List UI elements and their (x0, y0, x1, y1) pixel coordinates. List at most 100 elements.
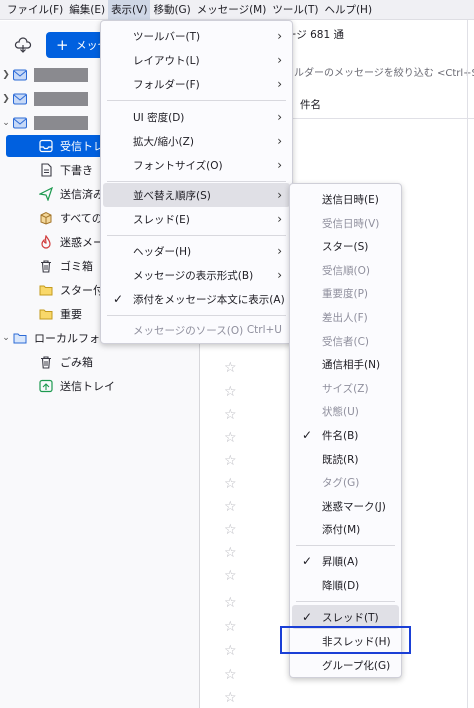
archive-box-icon (38, 210, 54, 226)
view-menu-zoom[interactable]: 拡大/縮小(Z) › (103, 129, 290, 153)
folder-label: 送信トレイ (60, 380, 115, 393)
view-menu-threads[interactable]: スレッド(E) › (103, 207, 290, 231)
folder-label: すべての (60, 212, 103, 225)
star-icon[interactable]: ☆ (224, 620, 238, 634)
folder-outbox[interactable]: 送信トレイ (0, 375, 200, 397)
sort-by-submenu: 送信日時(E) 受信日時(V) スター(S) 受信順(O) 重要度(P) 差出人… (289, 183, 402, 678)
sort-junk[interactable]: 迷惑マーク(J) (292, 494, 399, 518)
chevron-down-icon[interactable]: ⌄ (0, 333, 12, 343)
sort-descending[interactable]: 降順(D) (292, 573, 399, 597)
mail-account-icon (12, 67, 28, 83)
menu-tools[interactable]: ツール(T) (269, 0, 321, 20)
folder-label: 下書き (60, 164, 93, 177)
sent-icon (38, 186, 54, 202)
sort-priority[interactable]: 重要度(P) (292, 281, 399, 305)
sort-grouped[interactable]: グループ化(G) (292, 653, 399, 677)
view-menu-body-as[interactable]: メッセージの表示形式(B) › (103, 263, 290, 287)
sort-correspondent[interactable]: 通信相手(N) (292, 352, 399, 376)
sort-ascending[interactable]: ✓ 昇順(A) (292, 549, 399, 573)
menu-file[interactable]: ファイル(F) (4, 0, 66, 20)
chevron-down-icon[interactable]: ⌄ (0, 118, 12, 128)
sort-subject[interactable]: ✓ 件名(B) (292, 423, 399, 447)
view-menu-toolbar[interactable]: ツールバー(T) › (103, 24, 290, 48)
trash-icon (38, 258, 54, 274)
checkmark-icon: ✓ (302, 554, 313, 568)
folder-local-trash[interactable]: ごみ箱 (0, 351, 200, 373)
menu-view[interactable]: 表示(V) (108, 0, 151, 20)
chevron-right-icon: › (277, 53, 282, 67)
star-icon[interactable]: ☆ (224, 477, 238, 491)
sort-from[interactable]: 差出人(F) (292, 305, 399, 329)
menu-separator (107, 235, 286, 236)
menu-message[interactable]: メッセージ(M) (194, 0, 270, 20)
view-menu-attachments-inline[interactable]: ✓ 添付をメッセージ本文に表示(A) (103, 287, 290, 311)
menu-edit[interactable]: 編集(E) (66, 0, 108, 20)
view-menu-density[interactable]: UI 密度(D) › (103, 105, 290, 129)
sort-status[interactable]: 状態(U) (292, 399, 399, 423)
chevron-right-icon[interactable]: ❯ (0, 70, 12, 80)
menu-separator (107, 315, 286, 316)
chevron-right-icon: › (277, 244, 282, 258)
sort-attachments[interactable]: 添付(M) (292, 517, 399, 541)
star-icon[interactable]: ☆ (224, 385, 238, 399)
new-message-button[interactable]: + メッセ (46, 32, 106, 58)
star-icon[interactable]: ☆ (224, 408, 238, 422)
redacted-account-name (34, 92, 88, 106)
view-menu-message-source[interactable]: メッセージのソース(O) Ctrl+U (103, 318, 290, 342)
menu-help[interactable]: ヘルプ(H) (321, 0, 375, 20)
sort-date[interactable]: 送信日時(E) (292, 187, 399, 211)
sort-size[interactable]: サイズ(Z) (292, 376, 399, 400)
folder-icon (38, 282, 54, 298)
junk-flame-icon (38, 234, 54, 250)
inbox-icon (38, 138, 54, 154)
star-icon[interactable]: ☆ (224, 596, 238, 610)
star-icon[interactable]: ☆ (224, 361, 238, 375)
star-icon[interactable]: ☆ (224, 569, 238, 583)
folder-label: ゴミ箱 (60, 260, 93, 273)
subject-column-header[interactable]: 件名 (300, 97, 321, 112)
shortcut-label: Ctrl+U (246, 324, 282, 336)
sort-order-received[interactable]: 受信順(O) (292, 258, 399, 282)
chevron-right-icon: › (277, 268, 282, 282)
chevron-right-icon: › (277, 110, 282, 124)
star-icon[interactable]: ☆ (224, 644, 238, 658)
sort-recipient[interactable]: 受信者(C) (292, 329, 399, 353)
star-icon[interactable]: ☆ (224, 523, 238, 537)
star-icon[interactable]: ☆ (224, 454, 238, 468)
get-messages-cloud-icon[interactable] (14, 37, 32, 53)
sort-tags[interactable]: タグ(G) (292, 470, 399, 494)
star-icon[interactable]: ☆ (224, 668, 238, 682)
trash-icon (38, 354, 54, 370)
checkmark-icon: ✓ (113, 292, 124, 306)
chevron-right-icon[interactable]: ❯ (0, 94, 12, 104)
folder-icon (12, 330, 28, 346)
sort-star[interactable]: スター(S) (292, 234, 399, 258)
menubar: ファイル(F) 編集(E) 表示(V) 移動(G) メッセージ(M) ツール(T… (0, 0, 474, 20)
sort-read[interactable]: 既読(R) (292, 447, 399, 471)
view-menu-sort-by[interactable]: 並べ替え順序(S) › (103, 183, 290, 207)
view-menu: ツールバー(T) › レイアウト(L) › フォルダー(F) › UI 密度(D) › … (100, 20, 293, 344)
annotation-highlight-box (280, 626, 411, 654)
star-icon[interactable]: ☆ (224, 691, 238, 705)
menu-go[interactable]: 移動(G) (150, 0, 193, 20)
menu-separator (296, 545, 395, 546)
mail-account-icon (12, 115, 28, 131)
star-icon[interactable]: ☆ (224, 431, 238, 445)
outbox-icon (38, 378, 54, 394)
quick-filter-input[interactable]: ォルダーのメッセージを絞り込む <Ctrl+Shift (284, 64, 474, 79)
checkmark-icon: ✓ (302, 428, 313, 442)
chevron-right-icon: › (277, 134, 282, 148)
view-menu-layout[interactable]: レイアウト(L) › (103, 48, 290, 72)
plus-icon: + (56, 36, 69, 54)
star-icon[interactable]: ☆ (224, 546, 238, 560)
folder-inbox[interactable]: 受信トレ (6, 135, 112, 157)
star-icon[interactable]: ☆ (224, 500, 238, 514)
message-count: ージ 681 通 (286, 29, 345, 41)
chevron-right-icon: › (277, 29, 282, 43)
view-menu-headers[interactable]: ヘッダー(H) › (103, 239, 290, 263)
view-menu-folders[interactable]: フォルダー(F) › (103, 72, 290, 96)
checkmark-icon: ✓ (302, 610, 313, 624)
sort-received[interactable]: 受信日時(V) (292, 211, 399, 235)
view-menu-font-size[interactable]: フォントサイズ(O) › (103, 153, 290, 177)
menu-separator (107, 100, 286, 101)
